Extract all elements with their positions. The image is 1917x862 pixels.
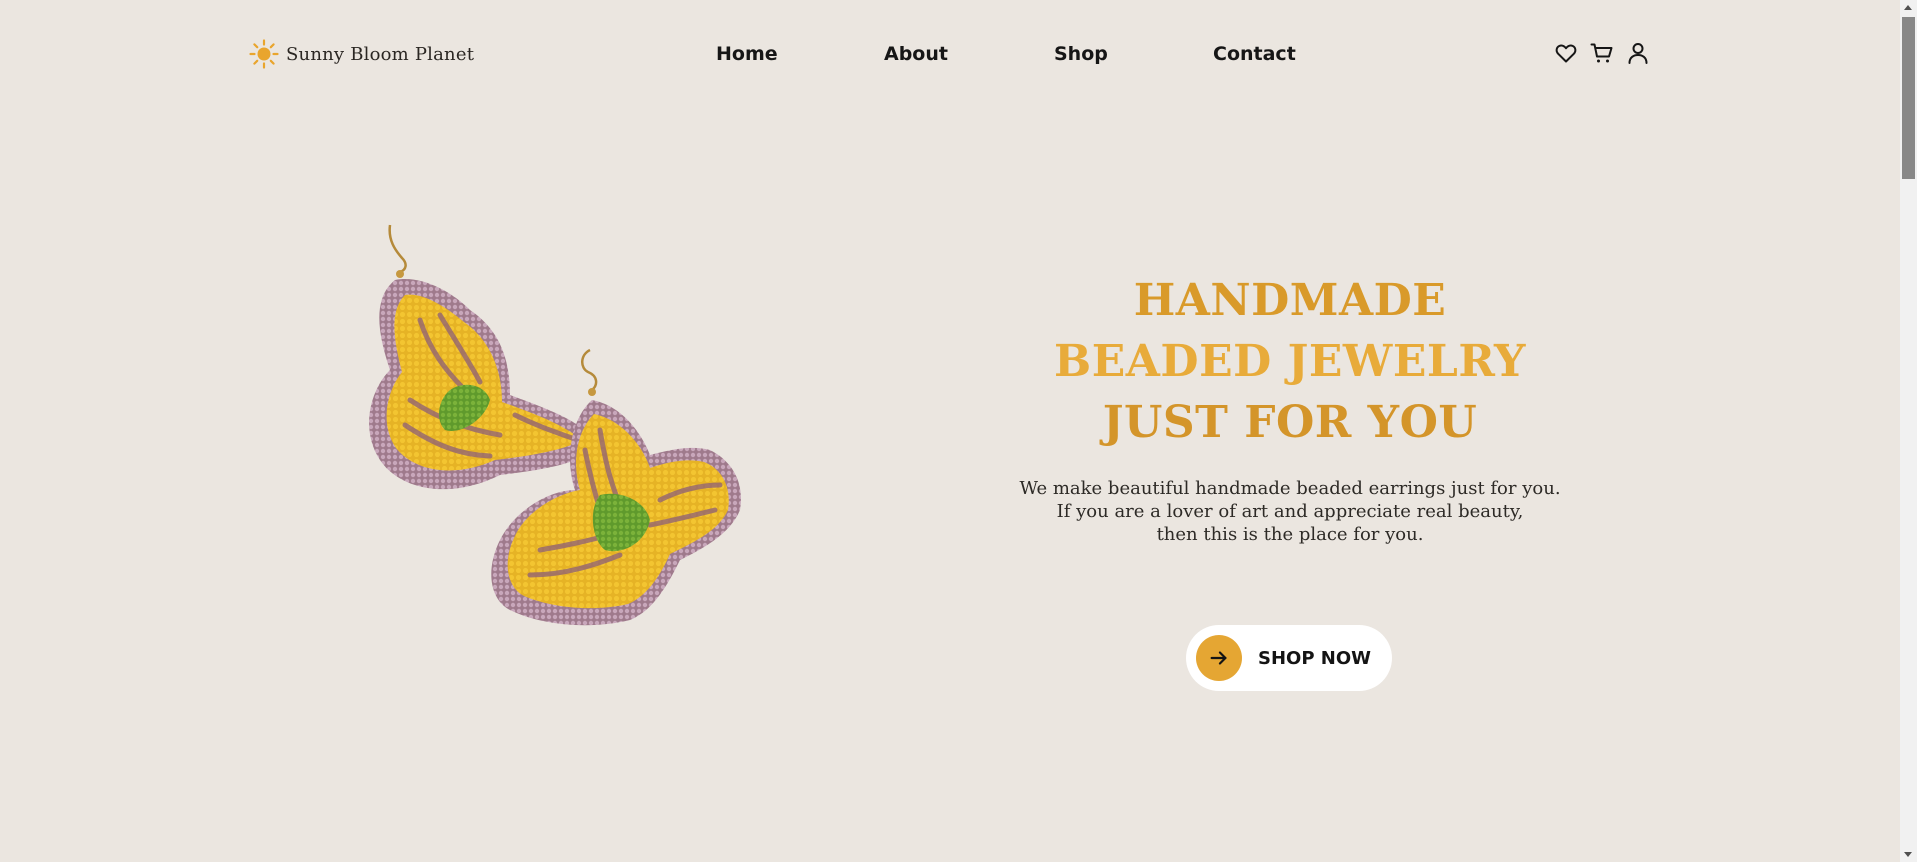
hero-title-line: BEADED JEWELRY bbox=[1054, 336, 1526, 387]
nav-contact[interactable]: Contact bbox=[1213, 40, 1296, 68]
hero-description-line: If you are a lover of art and appreciate… bbox=[1056, 501, 1524, 522]
nav-about[interactable]: About bbox=[884, 40, 948, 68]
arrow-right-icon bbox=[1210, 651, 1227, 665]
vertical-scrollbar[interactable] bbox=[1900, 0, 1917, 862]
header-icons bbox=[1554, 41, 1650, 65]
nav-shop[interactable]: Shop bbox=[1054, 40, 1108, 68]
heart-icon[interactable] bbox=[1554, 41, 1578, 65]
shop-now-button[interactable]: SHOP NOW bbox=[1186, 625, 1392, 691]
hero-text: HANDMADE BEADED JEWELRY JUST FOR YOU We … bbox=[1000, 270, 1580, 546]
hero-description: We make beautiful handmade beaded earrin… bbox=[1000, 477, 1580, 546]
earring-right bbox=[491, 348, 741, 626]
hero-title: HANDMADE BEADED JEWELRY JUST FOR YOU bbox=[1000, 270, 1580, 453]
hero-title-line: HANDMADE bbox=[1133, 275, 1447, 326]
scrollbar-thumb[interactable] bbox=[1902, 17, 1915, 179]
hero-description-line: We make beautiful handmade beaded earrin… bbox=[1019, 478, 1561, 499]
hero-description-line: then this is the place for you. bbox=[1156, 524, 1424, 545]
scroll-up-arrow-icon[interactable] bbox=[1904, 5, 1912, 10]
page: Sunny Bloom Planet Home About Shop Conta… bbox=[0, 0, 1900, 862]
earring-left bbox=[369, 224, 600, 490]
butterfly-earrings-image bbox=[369, 224, 741, 626]
nav-home[interactable]: Home bbox=[716, 40, 778, 68]
shop-now-label: SHOP NOW bbox=[1258, 647, 1372, 669]
scroll-down-arrow-icon[interactable] bbox=[1904, 852, 1912, 857]
user-icon[interactable] bbox=[1626, 41, 1650, 65]
cart-icon[interactable] bbox=[1590, 41, 1614, 65]
hero-title-line: JUST FOR YOU bbox=[1102, 397, 1478, 448]
arrow-circle bbox=[1196, 635, 1242, 681]
